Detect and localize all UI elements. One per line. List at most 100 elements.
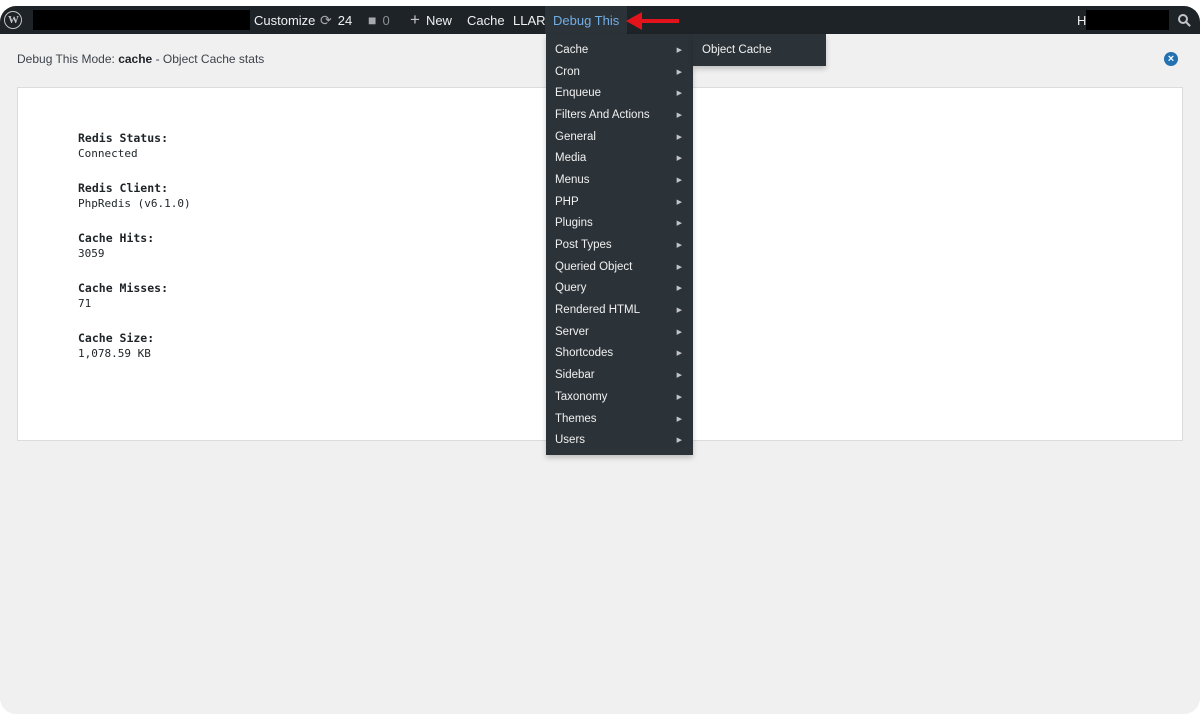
my-account-link[interactable]: H: [1077, 6, 1086, 34]
menu-item-label: Rendered HTML: [555, 304, 641, 317]
updates-count: 24: [337, 12, 353, 28]
mode-suffix: - Object Cache stats: [155, 52, 265, 66]
menu-item-enqueue[interactable]: Enqueue ▶: [546, 82, 693, 104]
menu-item-label: PHP: [555, 195, 579, 208]
stat-value: 71: [78, 297, 92, 310]
new-content-link[interactable]: + New: [410, 6, 452, 34]
stats-list: Redis Status: Connected Redis Client: Ph…: [78, 130, 191, 380]
caret-right-icon: ▶: [676, 328, 682, 336]
mode-prefix: Debug This Mode:: [17, 52, 115, 66]
menu-item-server[interactable]: Server ▶: [546, 321, 693, 343]
menu-item-label: Filters And Actions: [555, 108, 650, 121]
menu-item-label: Cache: [555, 43, 589, 56]
caret-right-icon: ▶: [676, 263, 682, 271]
menu-item-label: Users: [555, 434, 586, 447]
customize-link[interactable]: Customize: [254, 6, 315, 34]
debug-this-menu[interactable]: Debug This: [545, 6, 628, 34]
search-icon[interactable]: [1176, 6, 1192, 34]
menu-item-shortcodes[interactable]: Shortcodes ▶: [546, 343, 693, 365]
wordpress-logo-icon[interactable]: W: [4, 11, 22, 29]
browser-frame: W Customize ⟳ 24 ■ 0 + New Cache LLAR De…: [0, 6, 1200, 714]
menu-item-taxonomy[interactable]: Taxonomy ▶: [546, 386, 693, 408]
menu-item-label: Taxonomy: [555, 390, 608, 403]
menu-item-menus[interactable]: Menus ▶: [546, 169, 693, 191]
comments-count: 0: [382, 12, 390, 28]
menu-item-general[interactable]: General ▶: [546, 126, 693, 148]
stat-redis-status: Redis Status: Connected: [78, 130, 191, 162]
stat-label: Cache Hits:: [78, 231, 155, 245]
redacted-site-name: [33, 10, 250, 30]
menu-item-sidebar[interactable]: Sidebar ▶: [546, 364, 693, 386]
stat-cache-hits: Cache Hits: 3059: [78, 230, 191, 262]
annotation-arrow-shaft: [640, 19, 679, 23]
caret-right-icon: ▶: [676, 198, 682, 206]
menu-item-cache[interactable]: Cache ▶: [546, 39, 693, 61]
caret-right-icon: ▶: [676, 285, 682, 293]
stat-label: Redis Status:: [78, 131, 169, 145]
llar-link[interactable]: LLAR: [513, 6, 546, 34]
stat-label: Cache Size:: [78, 331, 155, 345]
caret-right-icon: ▶: [676, 415, 682, 423]
plus-icon: +: [410, 10, 420, 29]
menu-item-users[interactable]: Users ▶: [546, 429, 693, 451]
menu-item-label: Queried Object: [555, 260, 633, 273]
debug-mode-heading: Debug This Mode: cache - Object Cache st…: [17, 52, 264, 66]
caret-right-icon: ▶: [676, 220, 682, 228]
caret-right-icon: ▶: [676, 437, 682, 445]
annotation-arrow-head-icon: [626, 12, 642, 30]
stat-value: 1,078.59 KB: [78, 347, 151, 360]
stat-label: Redis Client:: [78, 181, 169, 195]
comment-bubble-icon: ■: [368, 12, 377, 28]
caret-right-icon: ▶: [676, 133, 682, 141]
stat-label: Cache Misses:: [78, 281, 169, 295]
caret-right-icon: ▶: [676, 155, 682, 163]
caret-right-icon: ▶: [676, 242, 682, 250]
stat-redis-client: Redis Client: PhpRedis (v6.1.0): [78, 180, 191, 212]
new-label: New: [425, 12, 452, 28]
menu-item-rendered-html[interactable]: Rendered HTML ▶: [546, 299, 693, 321]
updates-link[interactable]: ⟳ 24: [320, 6, 352, 34]
menu-item-label: Themes: [555, 412, 597, 425]
menu-item-themes[interactable]: Themes ▶: [546, 408, 693, 430]
menu-item-media[interactable]: Media ▶: [546, 147, 693, 169]
stat-value: Connected: [78, 147, 138, 160]
caret-right-icon: ▶: [676, 111, 682, 119]
menu-item-queried-object[interactable]: Queried Object ▶: [546, 256, 693, 278]
menu-item-label: Shortcodes: [555, 347, 614, 360]
submenu-item-object-cache[interactable]: Object Cache: [693, 34, 826, 66]
menu-item-label: Media: [555, 152, 587, 165]
menu-item-label: Plugins: [555, 217, 593, 230]
debug-this-dropdown: Cache ▶ Cron ▶ Enqueue ▶ Filters And Action…: [546, 34, 693, 455]
caret-right-icon: ▶: [676, 176, 682, 184]
redacted-username: [1086, 10, 1169, 30]
menu-item-post-types[interactable]: Post Types ▶: [546, 234, 693, 256]
menu-item-label: General: [555, 130, 596, 143]
menu-item-filters-and-actions[interactable]: Filters And Actions ▶: [546, 104, 693, 126]
cache-link[interactable]: Cache: [467, 6, 505, 34]
menu-item-query[interactable]: Query ▶: [546, 278, 693, 300]
cache-submenu: Object Cache: [693, 34, 826, 66]
menu-item-php[interactable]: PHP ▶: [546, 191, 693, 213]
stat-cache-size: Cache Size: 1,078.59 KB: [78, 330, 191, 362]
menu-item-label: Menus: [555, 173, 590, 186]
caret-right-icon: ▶: [676, 46, 682, 54]
refresh-icon: ⟳: [320, 11, 332, 28]
comments-link[interactable]: ■ 0: [368, 6, 390, 34]
menu-item-label: Enqueue: [555, 87, 602, 100]
caret-right-icon: ▶: [676, 350, 682, 358]
menu-item-label: Cron: [555, 65, 580, 78]
menu-item-plugins[interactable]: Plugins ▶: [546, 213, 693, 235]
stat-value: PhpRedis (v6.1.0): [78, 197, 191, 210]
caret-right-icon: ▶: [676, 307, 682, 315]
stat-cache-misses: Cache Misses: 71: [78, 280, 191, 312]
stat-value: 3059: [78, 247, 105, 260]
menu-item-label: Server: [555, 325, 589, 338]
caret-right-icon: ▶: [676, 372, 682, 380]
menu-item-label: Post Types: [555, 239, 612, 252]
close-icon[interactable]: ×: [1164, 52, 1178, 66]
menu-item-label: Sidebar: [555, 369, 595, 382]
caret-right-icon: ▶: [676, 68, 682, 76]
menu-item-label: Query: [555, 282, 587, 295]
caret-right-icon: ▶: [676, 393, 682, 401]
menu-item-cron[interactable]: Cron ▶: [546, 61, 693, 83]
